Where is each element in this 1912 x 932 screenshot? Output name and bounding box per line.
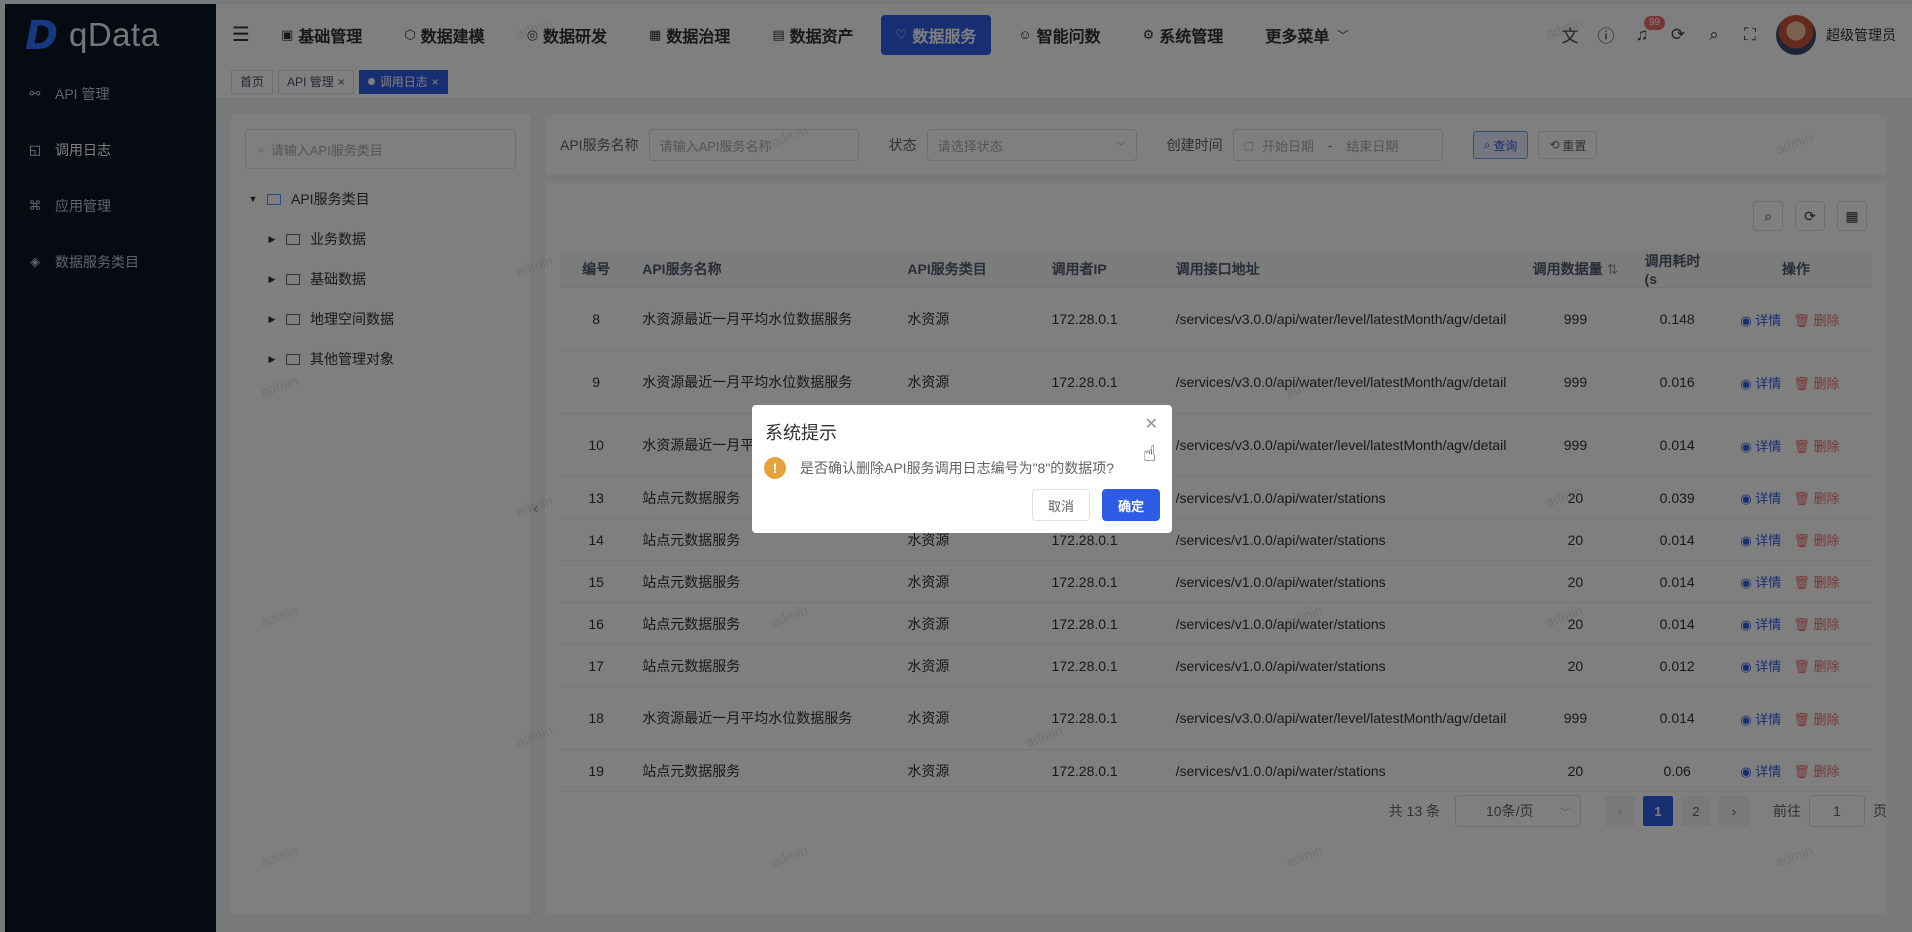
close-icon[interactable]: ✕ (1145, 414, 1158, 434)
cancel-button[interactable]: 取消 (1031, 489, 1090, 521)
warning-icon: ! (764, 457, 786, 479)
confirm-dialog: 系统提示 ✕ ! 是否确认删除API服务调用日志编号为"8"的数据项? 取消 确… (752, 405, 1172, 533)
dialog-title: 系统提示 (765, 423, 837, 443)
dialog-message: 是否确认删除API服务调用日志编号为"8"的数据项? (800, 460, 1115, 476)
confirm-button[interactable]: 确定 (1101, 489, 1160, 521)
pointer-cursor-icon: ☝ (1143, 441, 1157, 466)
